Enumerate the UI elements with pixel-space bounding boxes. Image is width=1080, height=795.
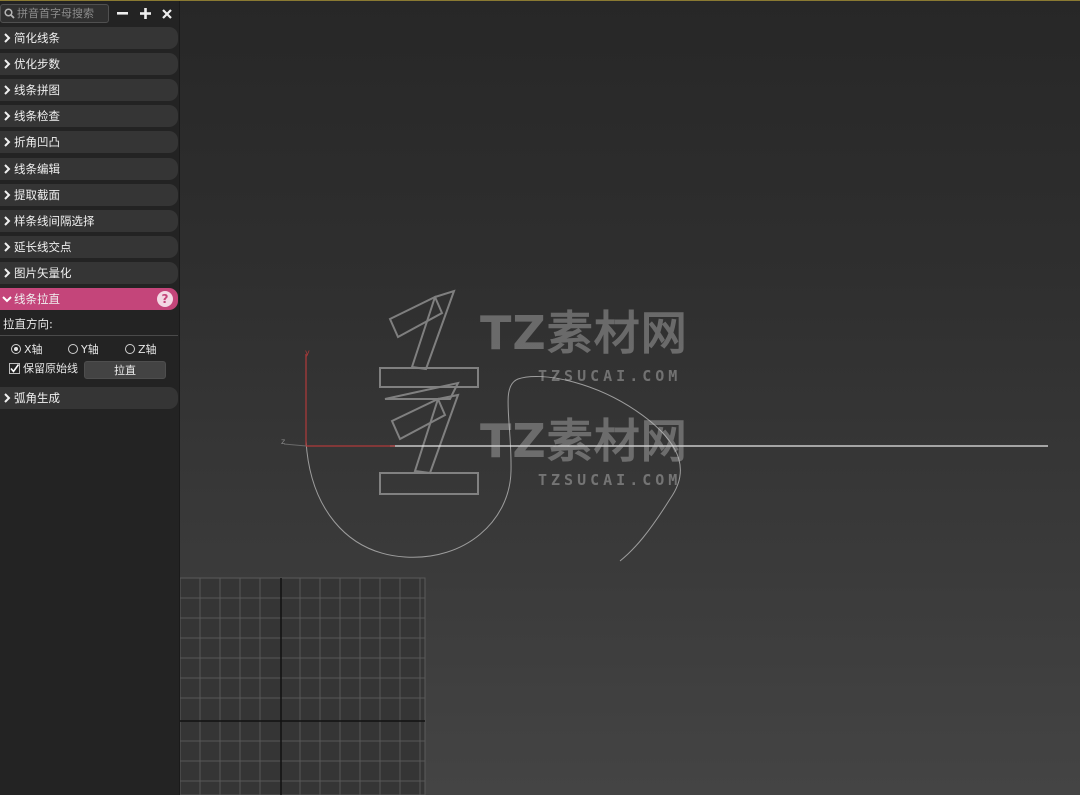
radio-label: Z轴 xyxy=(138,343,157,356)
minus-icon xyxy=(116,12,128,15)
rollout-spline-interval-select[interactable]: 样条线间隔选择 xyxy=(0,210,178,232)
viewport-scene xyxy=(180,289,1048,795)
rollout-line-edit[interactable]: 线条编辑 xyxy=(0,158,178,180)
tool-panel: 简化线条 优化步数 线条拼图 线条检查 折角凹凸 线条编辑 提取截面 样条线间隔… xyxy=(0,1,180,795)
expand-all-button[interactable] xyxy=(136,4,154,23)
collapse-all-button[interactable] xyxy=(113,4,131,23)
checkbox-box xyxy=(9,362,20,374)
chevron-right-icon xyxy=(0,158,14,180)
checkmark-icon xyxy=(10,363,20,373)
rollout-label: 简化线条 xyxy=(14,31,60,45)
rollout-extend-intersection[interactable]: 延长线交点 xyxy=(0,236,178,258)
chevron-right-icon xyxy=(0,131,14,153)
plus-icon xyxy=(139,8,151,19)
grid-view xyxy=(180,577,426,795)
chevron-right-icon xyxy=(0,387,14,409)
chevron-right-icon xyxy=(0,53,14,75)
watermark-title: TZ素材网 xyxy=(480,414,688,468)
rollout-optimize-steps[interactable]: 优化步数 xyxy=(0,53,178,75)
rollout-label: 图片矢量化 xyxy=(14,266,72,280)
rollout-line-check[interactable]: 线条检查 xyxy=(0,105,178,127)
rollout-label: 优化步数 xyxy=(14,57,60,71)
rollout-arc-generate[interactable]: 弧角生成 xyxy=(0,387,178,409)
search-field[interactable] xyxy=(0,4,109,23)
divider xyxy=(0,335,178,336)
axis-z-label: z xyxy=(281,437,286,446)
rollout-label: 延长线交点 xyxy=(14,240,72,254)
rollout-line-puzzle[interactable]: 线条拼图 xyxy=(0,79,178,101)
rollout-fold-angle[interactable]: 折角凹凸 xyxy=(0,131,178,153)
help-icon[interactable]: ? xyxy=(157,291,173,307)
radio-dot xyxy=(125,344,135,354)
radio-x-axis[interactable]: X轴 xyxy=(11,342,43,356)
search-input[interactable] xyxy=(17,6,107,21)
chevron-right-icon xyxy=(0,262,14,284)
watermark-url: TZSUCAI.COM xyxy=(538,367,682,385)
chevron-right-icon xyxy=(0,210,14,232)
watermark-url: TZSUCAI.COM xyxy=(538,471,682,489)
rollout-label: 弧角生成 xyxy=(14,391,60,405)
radio-y-axis[interactable]: Y轴 xyxy=(68,342,99,356)
chevron-right-icon xyxy=(0,184,14,206)
rollout-label: 折角凹凸 xyxy=(14,135,60,149)
straighten-button[interactable]: 拉直 xyxy=(84,361,166,379)
close-panel-button[interactable] xyxy=(158,4,176,23)
rollout-label: 提取截面 xyxy=(14,188,60,202)
radio-dot xyxy=(68,344,78,354)
chevron-down-icon xyxy=(0,288,14,310)
search-bar xyxy=(0,4,179,24)
rollout-label: 线条编辑 xyxy=(14,162,60,176)
rollout-image-vectorize[interactable]: 图片矢量化 xyxy=(0,262,178,284)
radio-dot xyxy=(11,344,21,354)
checkbox-label: 保留原始线 xyxy=(23,362,78,375)
rollout-label: 线条拉直 xyxy=(14,292,60,306)
rollout-label: 线条检查 xyxy=(14,109,60,123)
keep-original-checkbox[interactable]: 保留原始线 xyxy=(9,361,78,375)
radio-z-axis[interactable]: Z轴 xyxy=(125,342,157,356)
watermark-title: TZ素材网 xyxy=(480,306,688,360)
chevron-right-icon xyxy=(0,236,14,258)
3d-viewport[interactable]: y z TZ素材网 TZSUCAI.COM TZ素材网 TZSUCAI.COM xyxy=(180,1,1080,795)
chevron-right-icon xyxy=(0,79,14,101)
radio-label: X轴 xyxy=(24,343,43,356)
chevron-right-icon xyxy=(0,105,14,127)
rollout-straighten-lines[interactable]: 线条拉直 ? xyxy=(0,288,178,310)
direction-label: 拉直方向: xyxy=(3,317,53,331)
radio-label: Y轴 xyxy=(81,343,99,356)
chevron-right-icon xyxy=(0,27,14,49)
rollout-label: 样条线间隔选择 xyxy=(14,214,95,228)
watermark-logo xyxy=(379,289,479,495)
rollout-label: 线条拼图 xyxy=(14,83,60,97)
axis-y-label: y xyxy=(305,348,310,357)
z-axis-line xyxy=(283,443,307,447)
rollout-extract-section[interactable]: 提取截面 xyxy=(0,184,178,206)
close-icon xyxy=(162,8,172,19)
rollout-simplify-lines[interactable]: 简化线条 xyxy=(0,27,178,49)
search-icon xyxy=(4,8,15,19)
